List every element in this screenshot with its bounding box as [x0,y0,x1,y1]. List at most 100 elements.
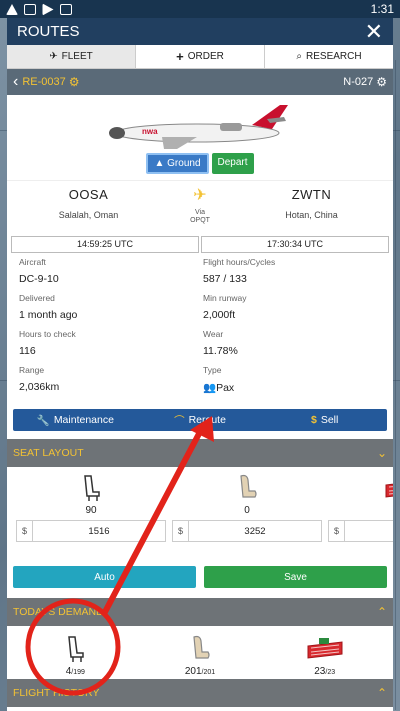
stat-label: Type [203,365,222,375]
stat-value: DC-9-10 [19,273,59,285]
tail-label: N-027 [343,76,374,88]
tab-fleet[interactable]: ✈ FLEET [7,45,136,68]
chevron-up-icon: ⌃ [376,686,387,700]
maintenance-button[interactable]: 🔧 Maintenance [13,409,138,431]
business-demand-value: 201/201 [138,666,263,677]
plane-icon: ✈ [49,51,58,62]
dollar-icon: $ [311,414,317,426]
save-button[interactable]: Save [204,566,387,588]
business-count: 0 [244,505,250,516]
sell-label: Sell [320,414,339,426]
tab-order[interactable]: + ORDER [136,45,265,68]
stat-label: Wear [203,329,224,339]
seat-layout: 90 $ 0 $ 0 $ [7,467,393,542]
stat-value: 2,000ft [203,309,236,321]
demand-main: 201 [184,666,202,677]
business-seat-icon [169,473,325,503]
section-title: TODAYS DEMAND [13,606,104,618]
arrival-time: 17:30:34 UTC [201,236,389,253]
back-chevron-icon[interactable]: ‹ [13,73,18,91]
demand-total: /23 [325,669,336,676]
first-class-seat-icon [325,473,393,503]
economy-column: 90 $ [13,473,169,542]
demand-header[interactable]: TODAYS DEMAND ⌃ [7,598,393,626]
route-info: OOSA Salalah, Oman ✈ Via OPQT ZWTN Hotan… [7,180,393,236]
runway-icon: ▲ [154,158,165,169]
sell-button[interactable]: $ Sell [262,409,387,431]
header: ROUTES ✕ [7,18,393,45]
times-row: 14:59:25 UTC 17:30:34 UTC [7,236,393,253]
depart-button[interactable]: Depart [211,153,254,174]
todays-demand: 4/199 201/201 23/23 [7,626,393,677]
plus-icon: + [176,49,184,64]
tab-research[interactable]: ⌕ RESEARCH [265,45,393,68]
via-code: OPQT [190,217,210,224]
close-icon[interactable]: ✕ [365,20,383,43]
stat-value: 1 month ago [19,309,78,321]
first-class-seat-icon [262,634,387,664]
departure-time: 14:59:25 UTC [11,236,199,253]
reroute-label: Reroute [188,414,226,426]
section-title: SEAT LAYOUT [13,447,84,459]
via-label: Via [195,209,205,216]
economy-seat-icon [13,473,169,503]
economy-price-input[interactable] [32,520,166,542]
route-registration[interactable]: RE-0037 ⚙ [22,75,79,89]
first-price-input[interactable] [344,520,393,542]
origin-city: Salalah, Oman [58,210,119,220]
notification-icon [24,3,36,15]
alert-icon [6,3,18,15]
currency-label: $ [328,520,344,542]
gear-icon: ⚙ [68,75,80,89]
reroute-button[interactable]: ⌒ Reroute [138,409,263,431]
currency-label: $ [172,520,188,542]
aircraft-stats: Aircraft DC-9-10 Flight hours/Cycles 587 /… [7,253,393,401]
seat-layout-header[interactable]: SEAT LAYOUT ⌄ [7,439,393,467]
demand-total: /201 [201,669,216,676]
plane-icon: ✈ [193,187,207,204]
stat-value: 11.78% [203,345,238,357]
page-title: ROUTES [17,23,80,40]
action-bar: 🔧 Maintenance ⌒ Reroute $ Sell [13,409,387,431]
stat-label: Delivered [19,293,55,303]
stat-label: Aircraft [19,257,46,267]
economy-demand: 4/199 [13,634,138,677]
aircraft-image: nwa [109,105,288,149]
status-bar: 1:31 [0,0,400,18]
economy-count: 90 [85,505,97,516]
app-icon [60,3,72,15]
business-seat-icon [138,634,263,664]
stat-value: 116 [19,345,36,357]
svg-text:nwa: nwa [142,127,158,136]
economy-demand-value: 4/199 [13,666,138,677]
gear-icon: ⚙ [376,75,387,89]
passengers-icon: 👥 [203,382,217,394]
stat-label: Min runway [203,293,247,303]
tail-number[interactable]: N-027 ⚙ [343,75,387,89]
flight-history-header[interactable]: FLIGHT HISTORY ⌃ [7,679,393,707]
destination-code: ZWTN [291,187,332,202]
stat-value: 👥Pax [203,381,381,394]
first-column: 0 $ [325,473,393,542]
ground-button[interactable]: ▲ Ground [146,153,209,174]
stat-label: Flight hours/Cycles [203,257,276,267]
business-price-input[interactable] [188,520,322,542]
economy-seat-icon [13,634,138,664]
ground-label: Ground [167,158,201,169]
reroute-icon: ⌒ [174,414,185,427]
stat-label: Range [19,365,45,375]
auto-button[interactable]: Auto [13,566,196,588]
chevron-up-icon: ⌃ [376,605,387,619]
tab-bar: ✈ FLEET + ORDER ⌕ RESEARCH [7,45,393,69]
aircraft-image-area: nwa ▲ Ground Depart [7,95,393,180]
clock: 1:31 [370,2,394,16]
demand-total: /199 [71,669,85,676]
maintenance-label: Maintenance [53,414,114,426]
routes-panel: ROUTES ✕ ✈ FLEET + ORDER ⌕ RESEARCH ‹ RE… [7,18,393,711]
section-title: FLIGHT HISTORY [13,687,100,699]
business-demand: 201/201 [138,634,263,677]
search-icon: ⌕ [296,51,303,62]
wrench-icon: 🔧 [36,414,50,427]
tab-label: FLEET [61,51,93,62]
route-reg-label: RE-0037 [22,76,66,88]
